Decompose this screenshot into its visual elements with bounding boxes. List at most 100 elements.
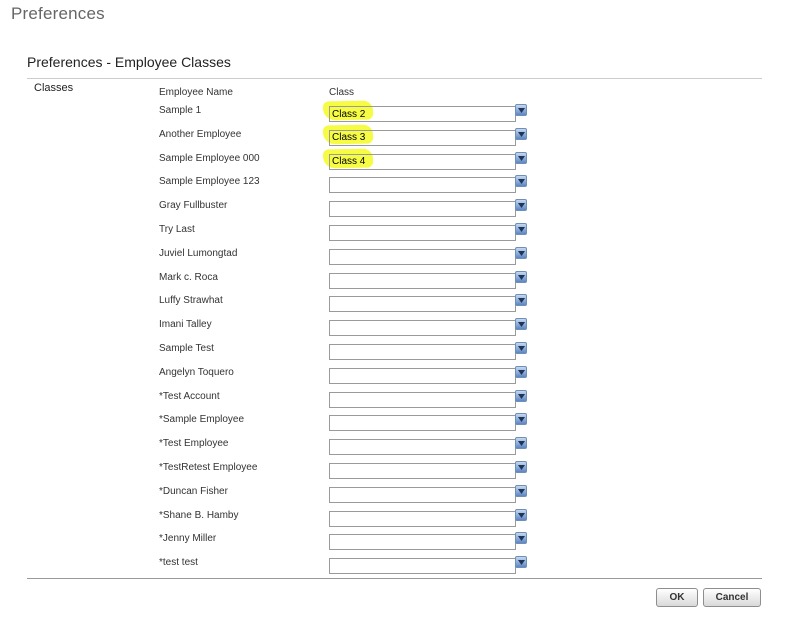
class-dropdown-button[interactable] (515, 532, 527, 545)
class-input[interactable] (329, 129, 516, 146)
class-input[interactable] (329, 272, 516, 289)
employee-name-header: Employee Name (159, 87, 233, 98)
chevron-down-icon (518, 393, 525, 399)
chevron-down-icon (518, 441, 525, 447)
class-input[interactable] (329, 558, 516, 575)
table-row: *test test (0, 555, 797, 579)
employee-name: *test test (159, 557, 198, 569)
table-row: Luffy Strawhat (0, 293, 797, 317)
table-row: *Duncan Fisher (0, 484, 797, 508)
class-dropdown-button[interactable] (515, 389, 527, 402)
employee-name: Sample Employee 123 (159, 176, 260, 188)
table-row: Another Employee (0, 124, 797, 151)
chevron-down-icon (518, 536, 525, 542)
employee-name: Imani Talley (159, 319, 212, 331)
class-dropdown-button[interactable] (515, 318, 527, 331)
class-input[interactable] (329, 486, 516, 503)
class-dropdown-button[interactable] (515, 484, 527, 497)
chevron-down-icon (518, 179, 525, 185)
class-dropdown-button[interactable] (515, 508, 527, 521)
table-row: Imani Talley (0, 317, 797, 341)
chevron-down-icon (518, 155, 525, 161)
table-row: Gray Fullbuster (0, 198, 797, 222)
chevron-down-icon (518, 488, 525, 494)
class-dropdown-button[interactable] (515, 222, 527, 235)
table-row: *Test Employee (0, 436, 797, 460)
cancel-button[interactable]: Cancel (703, 588, 761, 607)
class-input[interactable] (329, 415, 516, 432)
class-input[interactable] (329, 248, 516, 265)
class-dropdown-button[interactable] (515, 270, 527, 283)
class-input[interactable] (329, 534, 516, 551)
class-dropdown-button[interactable] (515, 175, 527, 188)
chevron-down-icon (518, 560, 525, 566)
class-dropdown-button[interactable] (515, 460, 527, 473)
employee-name: Sample Test (159, 342, 214, 354)
employee-name: *TestRetest Employee (159, 461, 258, 473)
class-dropdown-button[interactable] (515, 437, 527, 450)
employee-name: Luffy Strawhat (159, 295, 223, 307)
chevron-down-icon (518, 203, 525, 209)
class-input[interactable] (329, 462, 516, 479)
class-dropdown-button[interactable] (515, 104, 527, 116)
ok-button[interactable]: OK (656, 588, 698, 607)
table-row: *Sample Employee (0, 412, 797, 436)
chevron-down-icon (518, 369, 525, 375)
employee-name: Sample 1 (159, 105, 202, 116)
employee-class-list: Sample 1 Another Employee Sample Employee … (0, 100, 797, 579)
chevron-down-icon (518, 226, 525, 232)
class-dropdown-button[interactable] (515, 341, 527, 354)
table-row: Sample 1 (0, 100, 797, 127)
class-input[interactable] (329, 439, 516, 456)
class-input[interactable] (329, 201, 516, 218)
table-row: *Test Account (0, 389, 797, 413)
class-dropdown-button[interactable] (515, 294, 527, 307)
table-row: Sample Employee 123 (0, 174, 797, 198)
class-input[interactable] (329, 367, 516, 384)
chevron-down-icon (518, 417, 525, 423)
chevron-down-icon (518, 298, 525, 304)
table-row: Mark c. Roca (0, 270, 797, 294)
class-input[interactable] (329, 106, 516, 122)
employee-name: *Test Account (159, 390, 220, 402)
preferences-page: Preferences Preferences - Employee Class… (0, 0, 797, 633)
class-input[interactable] (329, 224, 516, 241)
class-input[interactable] (329, 391, 516, 408)
table-row: *TestRetest Employee (0, 460, 797, 484)
class-input[interactable] (329, 320, 516, 337)
employee-name: Sample Employee 000 (159, 152, 260, 164)
employee-name: *Test Employee (159, 438, 229, 450)
chevron-down-icon (518, 345, 525, 351)
class-input[interactable] (329, 343, 516, 360)
table-row: Sample Employee 000 (0, 148, 797, 175)
class-dropdown-button[interactable] (515, 246, 527, 259)
class-dropdown-button[interactable] (515, 199, 527, 212)
class-dropdown-button[interactable] (515, 127, 527, 140)
employee-name: *Sample Employee (159, 414, 245, 426)
section-title: Preferences - Employee Classes (27, 54, 231, 70)
bottom-divider (27, 578, 762, 579)
table-row: *Shane B. Hamby (0, 508, 797, 532)
class-input[interactable] (329, 510, 516, 527)
chevron-down-icon (518, 131, 525, 137)
employee-name: Try Last (159, 223, 195, 235)
chevron-down-icon (518, 108, 525, 113)
chevron-down-icon (518, 250, 525, 256)
class-dropdown-button[interactable] (515, 413, 527, 426)
table-row: Sample Test (0, 341, 797, 365)
class-dropdown-button[interactable] (515, 151, 527, 164)
chevron-down-icon (518, 512, 525, 518)
table-row: Angelyn Toquero (0, 365, 797, 389)
employee-name: Another Employee (159, 128, 242, 140)
class-dropdown-button[interactable] (515, 365, 527, 378)
chevron-down-icon (518, 464, 525, 470)
top-divider (27, 78, 762, 79)
class-input[interactable] (329, 177, 516, 194)
page-title: Preferences (11, 4, 105, 23)
class-dropdown-button[interactable] (515, 556, 527, 569)
table-row: Try Last (0, 222, 797, 246)
class-input[interactable] (329, 296, 516, 313)
table-row: *Jenny Miller (0, 531, 797, 555)
class-input[interactable] (329, 153, 516, 170)
chevron-down-icon (518, 322, 525, 328)
